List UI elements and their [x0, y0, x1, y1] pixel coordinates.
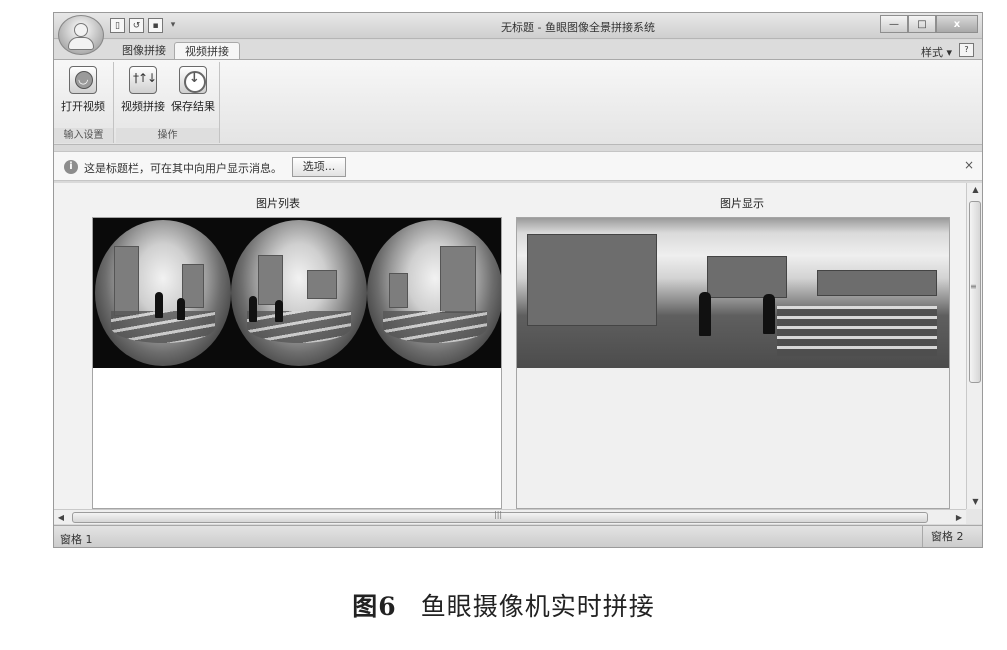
horizontal-scrollbar[interactable]: ◀ ||| ▶ [54, 509, 966, 524]
ribbon: 打开视频 输入设置 视频拼接 保存结果 操作 [54, 59, 982, 145]
panorama-image[interactable] [517, 218, 949, 368]
main-content: 图片列表 图片显示 [54, 183, 966, 509]
mixer-icon [129, 66, 157, 94]
status-pane-2: 窗格 2 [922, 526, 982, 547]
window-controls: — □ x [880, 15, 978, 33]
video-stitch-label: 视频拼接 [121, 100, 165, 113]
user-head-icon [74, 23, 88, 37]
app-window: ▯ ↺ ▪ ▾ 无标题 - 鱼眼图像全景拼接系统 — □ x 图像拼接 视频拼接… [53, 12, 983, 548]
open-video-label: 打开视频 [61, 100, 105, 113]
tab-video-stitch[interactable]: 视频拼接 [174, 42, 240, 60]
message-bar: i 这是标题栏，可在其中向用户显示消息。 选项... × [54, 151, 982, 181]
image-display-title: 图片显示 [720, 197, 764, 210]
save-result-button[interactable]: 保存结果 [168, 64, 218, 124]
ribbon-group-operation: 视频拼接 保存结果 操作 [116, 62, 220, 143]
video-stitch-button[interactable]: 视频拼接 [118, 64, 168, 124]
help-icon[interactable]: ? [959, 43, 974, 57]
fisheye-image[interactable] [231, 220, 367, 366]
ribbon-group-input: 打开视频 输入设置 [54, 62, 114, 143]
close-icon[interactable]: × [964, 158, 974, 172]
ribbon-group-label: 输入设置 [54, 128, 113, 143]
image-list-panel[interactable] [92, 217, 502, 509]
status-bar: 窗格 1 窗格 2 [54, 525, 982, 547]
minimize-button[interactable]: — [880, 15, 908, 33]
fisheye-image[interactable] [95, 220, 231, 366]
user-body-icon [68, 37, 94, 50]
figure-caption-text: 鱼眼摄像机实时拼接 [420, 592, 655, 621]
fisheye-image-strip[interactable] [93, 218, 501, 368]
scroll-down-icon[interactable]: ▼ [967, 495, 982, 509]
status-pane-1: 窗格 1 [60, 533, 93, 546]
maximize-button[interactable]: □ [908, 15, 936, 33]
ribbon-tabs: 图像拼接 视频拼接 样式 ▾ ? [54, 40, 982, 60]
fisheye-image[interactable] [367, 220, 501, 366]
message-text: 这是标题栏，可在其中向用户显示消息。 [84, 162, 282, 175]
scroll-up-icon[interactable]: ▲ [967, 183, 982, 197]
close-button[interactable]: x [936, 15, 978, 33]
image-list-title: 图片列表 [256, 197, 300, 210]
window-title: 无标题 - 鱼眼图像全景拼接系统 [501, 21, 655, 34]
scroll-left-icon[interactable]: ◀ [54, 510, 68, 525]
app-menu-button[interactable] [58, 15, 104, 55]
figure-caption: 图6 鱼眼摄像机实时拼接 [0, 587, 1007, 623]
smile-camera-icon [69, 66, 97, 94]
title-bar: ▯ ↺ ▪ ▾ 无标题 - 鱼眼图像全景拼接系统 — □ x [54, 13, 982, 39]
scroll-grip-icon: ≡ [970, 282, 977, 291]
options-button[interactable]: 选项... [292, 157, 346, 177]
scroll-right-icon[interactable]: ▶ [952, 510, 966, 525]
vertical-scrollbar[interactable]: ▲ ≡ ▼ [966, 183, 982, 509]
ribbon-group-label: 操作 [116, 128, 219, 143]
image-display-panel[interactable] [516, 217, 950, 509]
save-result-label: 保存结果 [171, 100, 215, 113]
scroll-grip-icon: ||| [494, 510, 503, 519]
vertical-scroll-thumb[interactable] [969, 201, 981, 383]
figure-number: 图6 [352, 592, 397, 621]
style-menu[interactable]: 样式 ▾ [921, 44, 952, 60]
save-download-icon [179, 66, 207, 94]
open-video-button[interactable]: 打开视频 [58, 64, 108, 124]
info-icon: i [64, 160, 78, 174]
tab-image-stitch[interactable]: 图像拼接 [112, 42, 176, 60]
scroll-corner [966, 509, 982, 524]
